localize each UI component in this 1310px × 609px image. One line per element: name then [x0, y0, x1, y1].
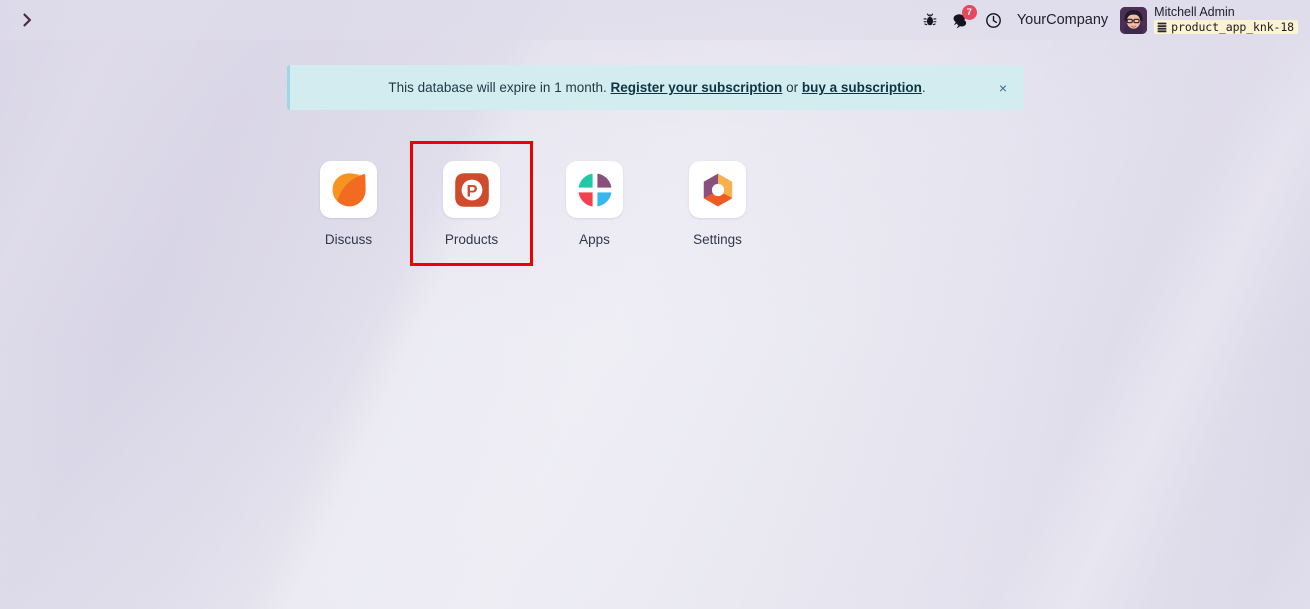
avatar [1120, 6, 1148, 34]
app-label-apps: Apps [579, 232, 610, 247]
messages-badge-count: 7 [961, 5, 977, 20]
app-tile-apps [566, 161, 623, 218]
discuss-icon [329, 170, 369, 210]
app-item-products[interactable]: P Products [410, 141, 533, 266]
app-label-discuss: Discuss [324, 232, 373, 247]
bug-icon[interactable] [915, 5, 945, 35]
top-navbar: 7 YourCompany Mitchell Admin product_app… [0, 0, 1310, 40]
apps-icon [575, 170, 615, 210]
navbar-left-section [0, 7, 40, 33]
user-info: Mitchell Admin product_app_knk-18 [1154, 4, 1298, 35]
activities-clock-icon[interactable] [978, 5, 1009, 35]
app-tile-discuss [320, 161, 377, 218]
products-icon: P [452, 170, 492, 210]
company-switcher[interactable]: YourCompany [1009, 12, 1118, 28]
app-label-settings: Settings [693, 232, 742, 247]
app-tile-products: P [443, 161, 500, 218]
banner-text-after: . [921, 80, 926, 95]
register-subscription-link[interactable]: Register your subscription [611, 80, 783, 95]
subscription-expiry-banner: This database will expire in 1 month. Re… [287, 65, 1024, 110]
apps-grid: Discuss P Products Apps Settings [287, 141, 779, 266]
app-item-discuss[interactable]: Discuss [287, 141, 410, 266]
app-tile-settings [689, 161, 746, 218]
buy-subscription-link[interactable]: buy a subscription [802, 80, 922, 95]
banner-message: This database will expire in 1 month. Re… [388, 80, 925, 95]
app-label-products: Products [444, 232, 499, 247]
user-menu[interactable]: Mitchell Admin product_app_knk-18 [1118, 4, 1298, 35]
navbar-right-section: 7 YourCompany Mitchell Admin product_app… [915, 5, 1310, 35]
settings-icon [698, 170, 738, 210]
banner-text-before: This database will expire in 1 month. [388, 80, 607, 95]
database-name: product_app_knk-18 [1171, 20, 1294, 35]
database-badge: product_app_knk-18 [1154, 20, 1298, 35]
app-item-settings[interactable]: Settings [656, 141, 779, 266]
messages-icon[interactable]: 7 [945, 5, 978, 35]
database-icon [1157, 22, 1167, 33]
banner-text-between: or [786, 80, 799, 95]
svg-text:P: P [466, 182, 477, 200]
chevron-right-icon[interactable] [14, 7, 40, 33]
app-item-apps[interactable]: Apps [533, 141, 656, 266]
close-icon[interactable]: × [994, 79, 1012, 97]
user-name: Mitchell Admin [1154, 4, 1235, 19]
